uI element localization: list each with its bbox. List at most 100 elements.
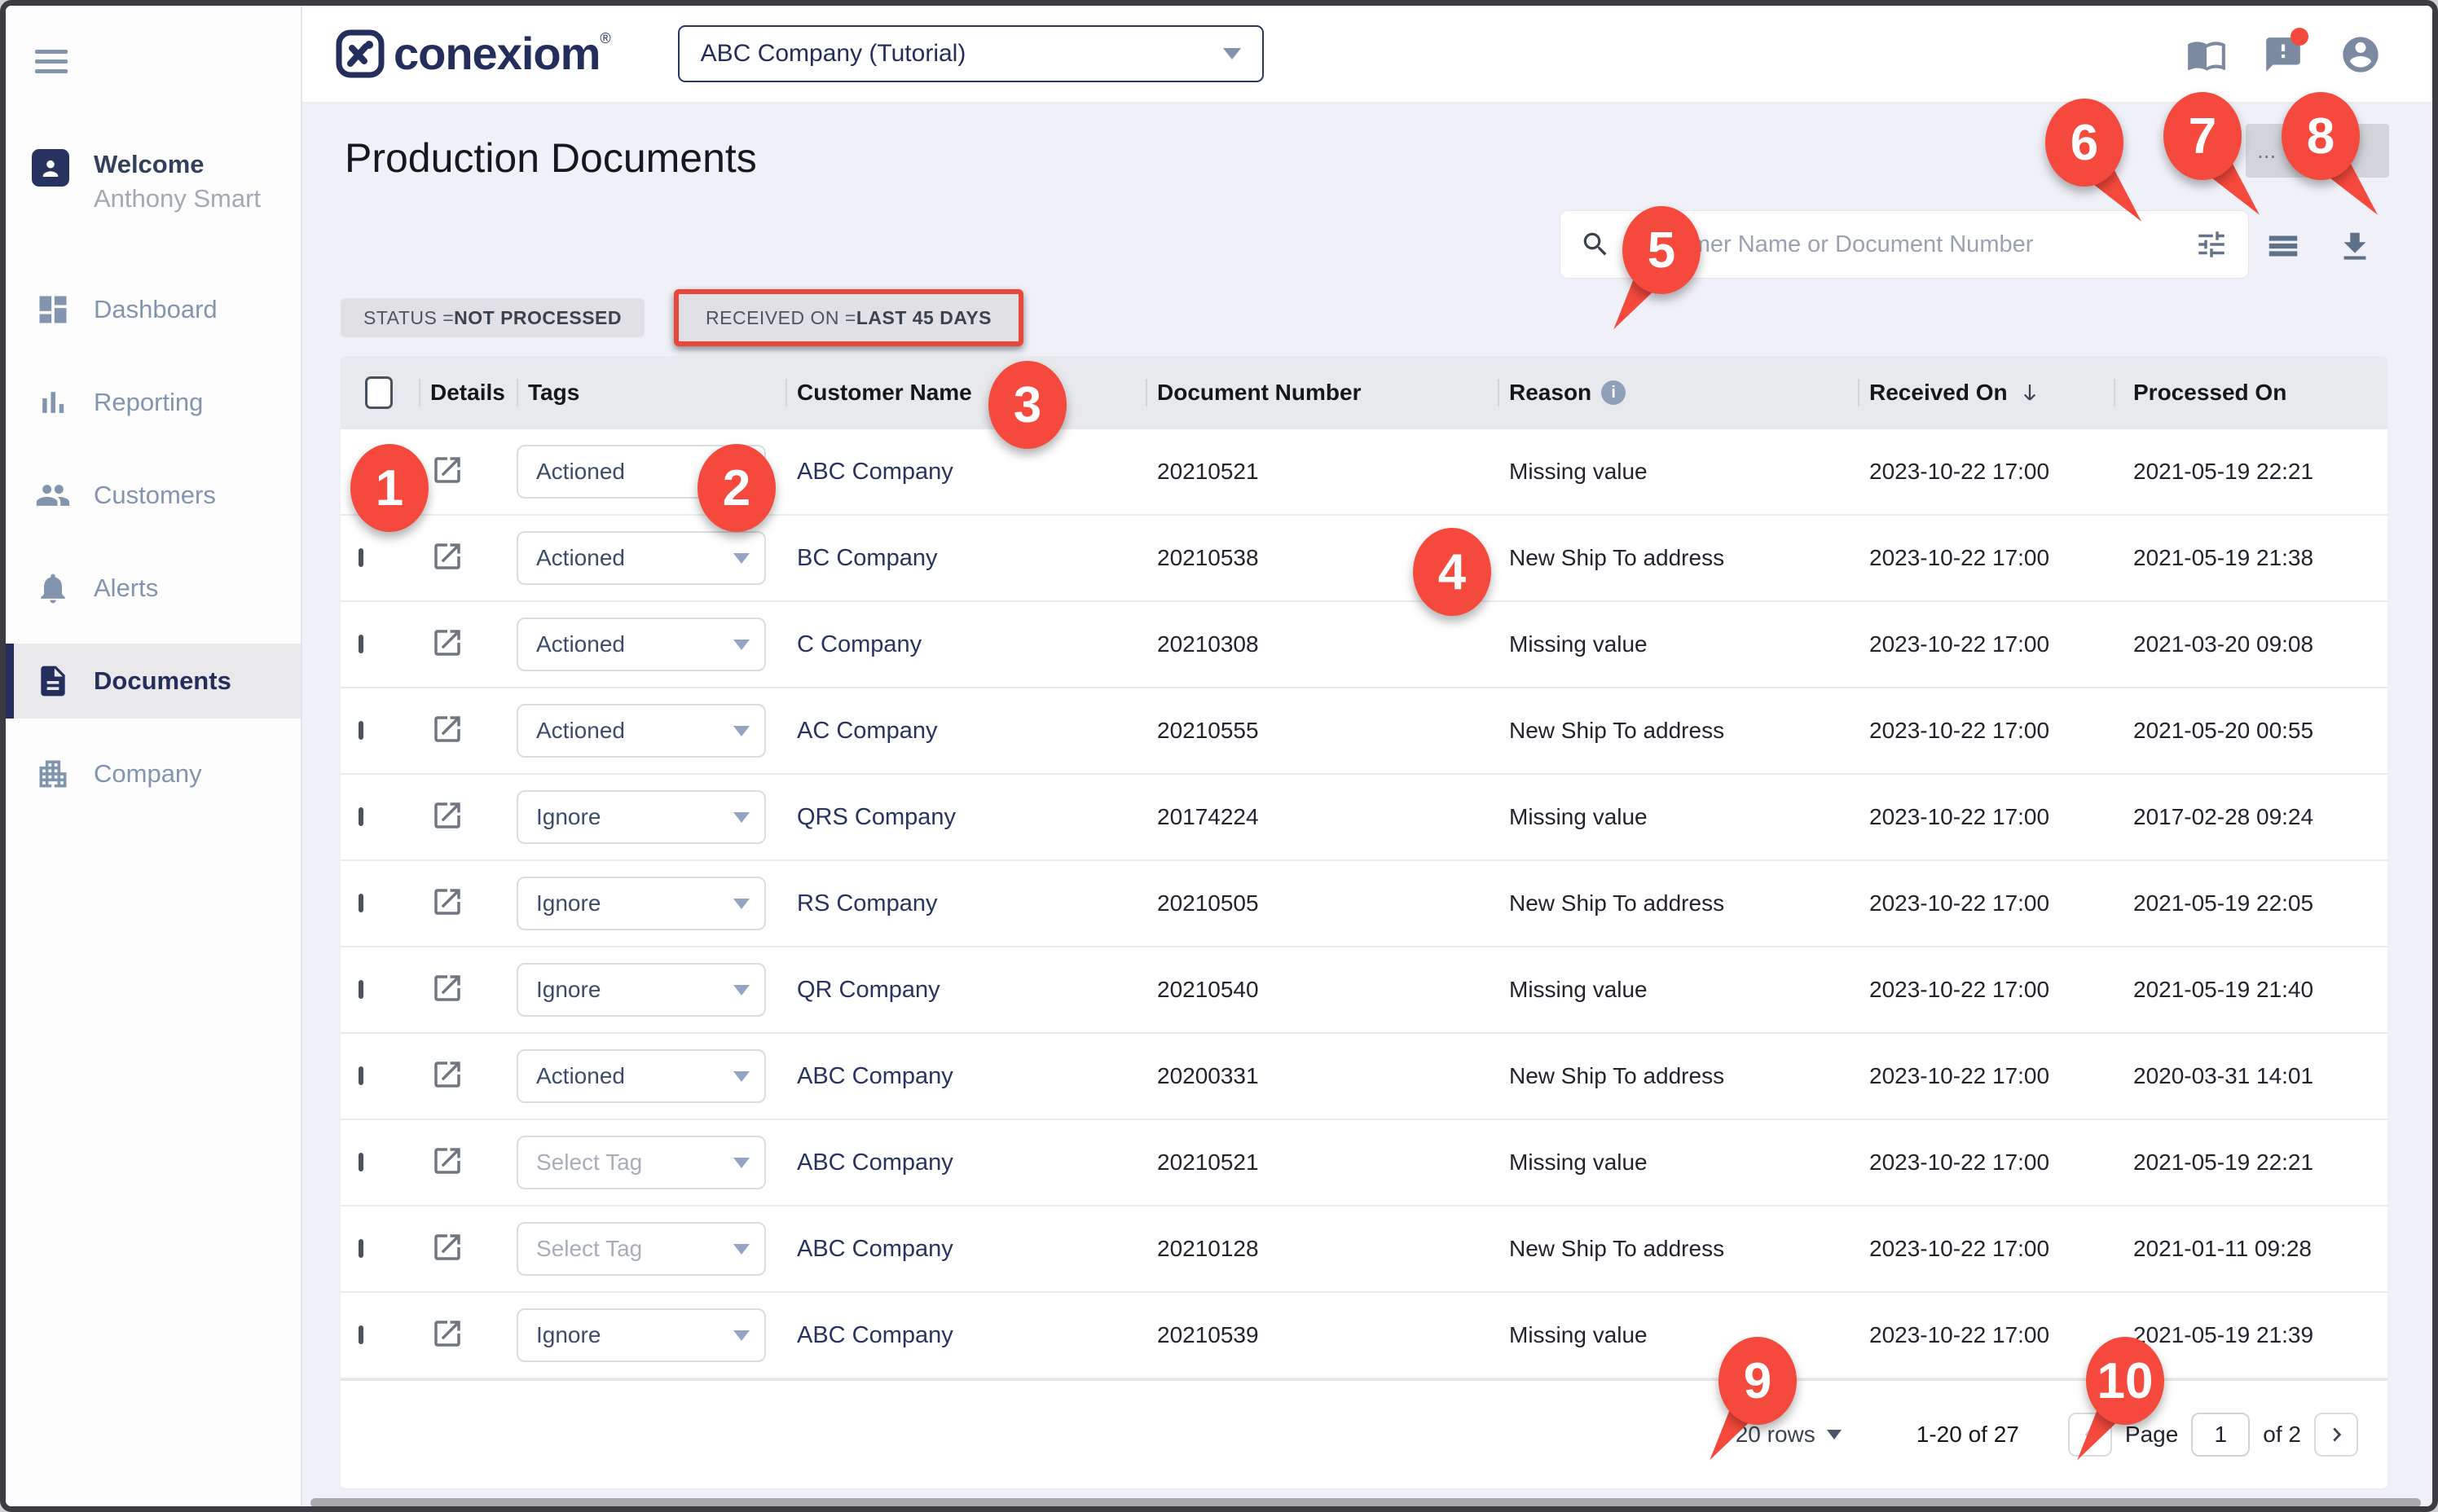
filter-chip-received-on[interactable]: RECEIVED ON = LAST 45 DAYS bbox=[683, 298, 1014, 337]
tag-select[interactable]: Select Tag bbox=[517, 1136, 766, 1189]
document-number: 20210308 bbox=[1146, 631, 1498, 657]
tag-select[interactable]: Ignore bbox=[517, 1308, 766, 1362]
tag-value: Select Tag bbox=[536, 1236, 733, 1262]
column-header-reason[interactable]: Reason i bbox=[1498, 380, 1858, 406]
page-of-label: of 2 bbox=[2263, 1422, 2301, 1448]
next-page-button[interactable] bbox=[2314, 1413, 2358, 1457]
sidebar-item-customers[interactable]: Customers bbox=[6, 458, 301, 533]
customer-name-link[interactable]: BC Company bbox=[786, 545, 1146, 572]
tag-select[interactable]: Actioned bbox=[517, 531, 766, 585]
tag-select[interactable]: Actioned bbox=[517, 1049, 766, 1103]
rows-per-page-select[interactable]: 20 rows bbox=[1736, 1422, 1842, 1448]
row-checkbox[interactable] bbox=[359, 1066, 363, 1085]
tag-select[interactable]: Ignore bbox=[517, 877, 766, 930]
sidebar-item-company[interactable]: Company bbox=[6, 736, 301, 811]
column-header-document-number[interactable]: Document Number bbox=[1146, 380, 1498, 406]
sidebar-item-dashboard[interactable]: Dashboard bbox=[6, 272, 301, 347]
row-checkbox[interactable] bbox=[359, 635, 363, 653]
filter-chip-status[interactable]: STATUS = NOT PROCESSED bbox=[341, 298, 645, 337]
row-checkbox[interactable] bbox=[359, 807, 363, 826]
customer-name-link[interactable]: QR Company bbox=[786, 977, 1146, 1004]
row-checkbox[interactable] bbox=[359, 1325, 363, 1344]
search-input[interactable] bbox=[1629, 231, 2194, 258]
tag-select[interactable]: Actioned bbox=[517, 618, 766, 671]
open-details-icon[interactable] bbox=[430, 1230, 464, 1268]
column-header-processed-on[interactable]: Processed On bbox=[2114, 380, 2387, 406]
open-details-icon[interactable] bbox=[430, 539, 464, 578]
tag-select[interactable]: Ignore bbox=[517, 963, 766, 1017]
company-icon bbox=[35, 756, 71, 792]
sort-descending-icon bbox=[2018, 380, 2042, 405]
table-row: Ignore QR Company 20210540 Missing value… bbox=[341, 947, 2387, 1034]
horizontal-scrollbar[interactable] bbox=[310, 1498, 2421, 1506]
select-all-checkbox[interactable] bbox=[365, 376, 393, 409]
processed-on-value: 2021-05-19 21:40 bbox=[2114, 977, 2387, 1003]
row-checkbox[interactable] bbox=[359, 548, 363, 567]
row-checkbox[interactable] bbox=[359, 721, 363, 740]
open-details-icon[interactable] bbox=[430, 1316, 464, 1355]
tag-value: Actioned bbox=[536, 1063, 733, 1089]
open-details-icon[interactable] bbox=[430, 453, 464, 491]
open-details-icon[interactable] bbox=[430, 712, 464, 750]
processed-on-value: 2021-05-19 22:21 bbox=[2114, 1149, 2387, 1176]
sidebar-item-documents[interactable]: Documents bbox=[6, 644, 301, 719]
tag-select[interactable]: Ignore bbox=[517, 790, 766, 844]
open-details-icon[interactable] bbox=[430, 626, 464, 664]
feedback-icon[interactable] bbox=[2263, 34, 2304, 75]
annotation-highlight-box: RECEIVED ON = LAST 45 DAYS bbox=[674, 289, 1023, 346]
download-icon[interactable] bbox=[2336, 227, 2374, 269]
list-view-icon[interactable] bbox=[2264, 227, 2302, 269]
open-details-icon[interactable] bbox=[430, 885, 464, 923]
received-on-value: 2023-10-22 17:00 bbox=[1858, 1236, 2114, 1262]
customer-name-link[interactable]: ABC Company bbox=[786, 459, 1146, 486]
conexiom-logo-icon bbox=[335, 29, 385, 79]
callout-3: 3 bbox=[988, 361, 1067, 449]
page-number-input[interactable] bbox=[2191, 1413, 2250, 1457]
filter-settings-icon[interactable] bbox=[2194, 227, 2229, 262]
open-details-icon[interactable] bbox=[430, 798, 464, 837]
chevron-down-icon bbox=[733, 1330, 750, 1341]
tag-value: Actioned bbox=[536, 545, 733, 571]
customer-name-link[interactable]: ABC Company bbox=[786, 1322, 1146, 1349]
customer-name-link[interactable]: ABC Company bbox=[786, 1236, 1146, 1263]
chip-value: LAST 45 DAYS bbox=[856, 307, 992, 329]
account-icon[interactable] bbox=[2339, 33, 2382, 76]
received-on-value: 2023-10-22 17:00 bbox=[1858, 977, 2114, 1003]
open-details-icon[interactable] bbox=[430, 1144, 464, 1182]
customer-name-link[interactable]: ABC Company bbox=[786, 1149, 1146, 1176]
documents-icon bbox=[35, 663, 71, 699]
menu-icon[interactable] bbox=[35, 50, 68, 79]
reason-value: New Ship To address bbox=[1498, 718, 1858, 744]
reason-value: Missing value bbox=[1498, 1149, 1858, 1176]
conexiom-logo: conexiom ® bbox=[335, 29, 611, 79]
info-icon[interactable]: i bbox=[1601, 380, 1626, 405]
documentation-book-icon[interactable] bbox=[2186, 34, 2227, 75]
tag-select[interactable]: Select Tag bbox=[517, 1222, 766, 1276]
welcome-title: Welcome bbox=[94, 149, 261, 179]
customer-name-link[interactable]: C Company bbox=[786, 631, 1146, 658]
reason-value: New Ship To address bbox=[1498, 890, 1858, 916]
column-header-details[interactable]: Details bbox=[419, 380, 517, 406]
row-checkbox[interactable] bbox=[359, 980, 363, 999]
received-on-value: 2023-10-22 17:00 bbox=[1858, 631, 2114, 657]
customer-name-link[interactable]: ABC Company bbox=[786, 1063, 1146, 1090]
sidebar-item-reporting[interactable]: Reporting bbox=[6, 365, 301, 440]
open-details-icon[interactable] bbox=[430, 1057, 464, 1096]
row-checkbox[interactable] bbox=[359, 894, 363, 912]
row-checkbox[interactable] bbox=[359, 1153, 363, 1171]
column-header-received-on[interactable]: Received On bbox=[1858, 380, 2114, 406]
chevron-down-icon bbox=[733, 553, 750, 564]
tag-select[interactable]: Actioned bbox=[517, 704, 766, 758]
company-selector[interactable]: ABC Company (Tutorial) bbox=[678, 25, 1264, 82]
tag-value: Actioned bbox=[536, 631, 733, 657]
customer-name-link[interactable]: RS Company bbox=[786, 890, 1146, 917]
open-details-icon[interactable] bbox=[430, 971, 464, 1009]
reason-value: New Ship To address bbox=[1498, 545, 1858, 571]
customer-name-link[interactable]: AC Company bbox=[786, 718, 1146, 745]
sidebar-item-alerts[interactable]: Alerts bbox=[6, 551, 301, 626]
row-checkbox[interactable] bbox=[359, 1239, 363, 1258]
column-header-customer-name[interactable]: Customer Name bbox=[786, 380, 1146, 406]
sidebar-item-label: Reporting bbox=[94, 388, 203, 417]
column-header-tags[interactable]: Tags bbox=[517, 380, 786, 406]
customer-name-link[interactable]: QRS Company bbox=[786, 804, 1146, 831]
